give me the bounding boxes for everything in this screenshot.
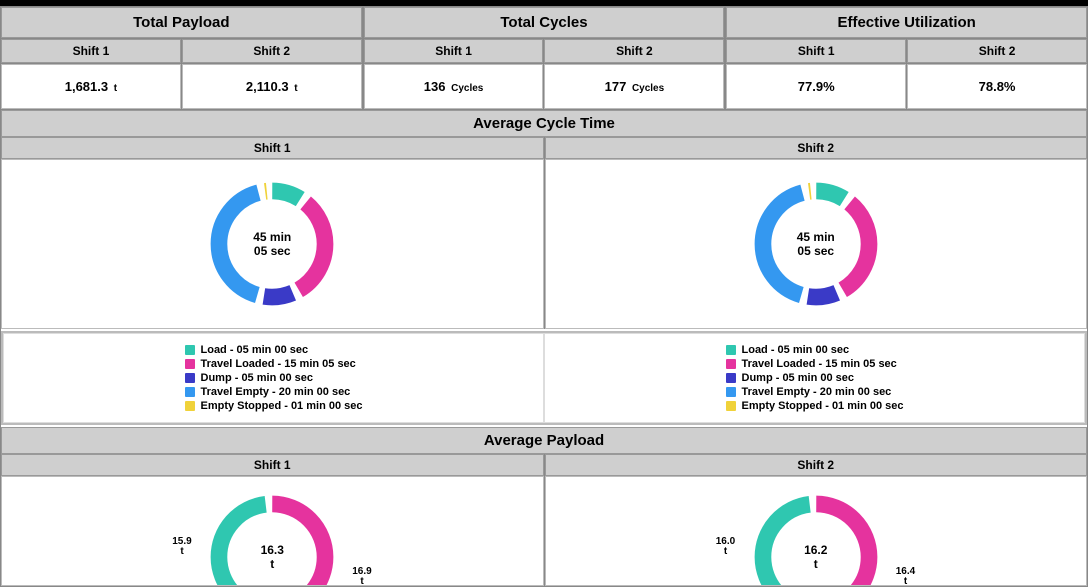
legend-swatch	[185, 359, 195, 369]
avg-cycle-chart-shift2: 45 min 05 sec	[545, 159, 1088, 329]
kpi-util-title: Effective Utilization	[726, 7, 1087, 38]
legend-swatch	[726, 359, 736, 369]
kpi-shift-header-row: Shift 1 Shift 2 Shift 1 Shift 2 Shift 1 …	[1, 39, 1087, 64]
center-line2: 05 sec	[254, 244, 291, 258]
center-unit: t	[270, 557, 274, 571]
payload-left-label: 15.9 t	[172, 537, 191, 557]
legend-item: Travel Empty - 20 min 00 sec	[185, 386, 363, 398]
legend-item: Dump - 05 min 00 sec	[185, 372, 363, 384]
center-value: 16.3	[261, 543, 284, 557]
center-unit: t	[814, 557, 818, 571]
donut-payload-shift2: 16.2 t	[746, 487, 886, 586]
avg-cycle-legend-row: Load - 05 min 00 sec Travel Loaded - 15 m…	[1, 331, 1087, 425]
avg-cycle-shift2-label: Shift 2	[545, 137, 1088, 159]
legend-item: Dump - 05 min 00 sec	[726, 372, 904, 384]
center-value: 16.2	[804, 543, 827, 557]
legend-label: Travel Empty - 20 min 00 sec	[201, 386, 351, 398]
donut-cycle-shift2: 45 min 05 sec	[746, 174, 886, 314]
donut-center-label: 45 min 05 sec	[746, 174, 886, 314]
legend-swatch	[185, 387, 195, 397]
legend-label: Empty Stopped - 01 min 00 sec	[742, 400, 904, 412]
legend-item: Empty Stopped - 01 min 00 sec	[185, 400, 363, 412]
kpi-payload-unit-2: t	[294, 83, 297, 94]
donut-cycle-shift1: 45 min 05 sec	[202, 174, 342, 314]
kpi-util-shift1-header: Shift 1	[726, 39, 906, 63]
avg-cycle-charts: 45 min 05 sec 45 min 05 sec	[1, 159, 1087, 329]
kpi-cycles-shift2: 177 Cycles	[544, 64, 724, 109]
donut-center-label: 16.2 t	[746, 487, 886, 586]
kpi-cycles-title: Total Cycles	[364, 7, 725, 38]
kpi-cycles-shift1-header: Shift 1	[364, 39, 544, 63]
avg-payload-shift2-label: Shift 2	[545, 454, 1088, 476]
legend-label: Load - 05 min 00 sec	[742, 344, 850, 356]
center-line2: 05 sec	[797, 244, 834, 258]
legend-item: Travel Loaded - 15 min 05 sec	[185, 358, 363, 370]
kpi-payload-shift1-header: Shift 1	[1, 39, 181, 63]
kpi-util-shift2: 78.8%	[907, 64, 1087, 109]
legend-swatch	[726, 373, 736, 383]
legend-item: Travel Empty - 20 min 00 sec	[726, 386, 904, 398]
avg-cycle-title: Average Cycle Time	[1, 110, 1087, 137]
kpi-cycles-unit-1: Cycles	[451, 83, 483, 94]
avg-cycle-chart-shift1: 45 min 05 sec	[1, 159, 544, 329]
kpi-value-row: 1,681.3 t 2,110.3 t 136 Cycles 177 Cycle…	[1, 64, 1087, 110]
avg-cycle-shift1-label: Shift 1	[1, 137, 544, 159]
legend-label: Dump - 05 min 00 sec	[201, 372, 314, 384]
legend-label: Travel Loaded - 15 min 05 sec	[201, 358, 356, 370]
payload-left-label: 16.0 t	[716, 537, 735, 557]
center-line1: 45 min	[797, 230, 835, 244]
legend-label: Dump - 05 min 00 sec	[742, 372, 855, 384]
avg-cycle-legend-shift2: Load - 05 min 00 sec Travel Loaded - 15 m…	[544, 333, 1085, 423]
donut-center-label: 16.3 t	[202, 487, 342, 586]
kpi-util-shift2-header: Shift 2	[907, 39, 1087, 63]
legend-label: Empty Stopped - 01 min 00 sec	[201, 400, 363, 412]
kpi-cycles-shift1: 136 Cycles	[364, 64, 544, 109]
avg-payload-shift-headers: Shift 1 Shift 2	[1, 454, 1087, 476]
kpi-payload-shift2-value: 2,110.3	[246, 79, 289, 94]
kpi-cycles-shift2-value: 177	[605, 79, 627, 94]
kpi-cycles-unit-2: Cycles	[632, 83, 664, 94]
legend-item: Travel Loaded - 15 min 05 sec	[726, 358, 904, 370]
kpi-util-shift1-value: 77.9%	[798, 79, 835, 94]
legend-swatch	[726, 401, 736, 411]
legend-swatch	[185, 373, 195, 383]
kpi-payload-shift1-value: 1,681.3	[65, 79, 108, 94]
legend-swatch	[726, 345, 736, 355]
legend-item: Load - 05 min 00 sec	[726, 344, 904, 356]
center-line1: 45 min	[253, 230, 291, 244]
donut-payload-shift1: 16.3 t	[202, 487, 342, 586]
kpi-payload-shift2: 2,110.3 t	[182, 64, 362, 109]
legend-swatch	[185, 401, 195, 411]
kpi-header-row: Total Payload Total Cycles Effective Uti…	[1, 7, 1087, 39]
legend-label: Travel Loaded - 15 min 05 sec	[742, 358, 897, 370]
legend-item: Load - 05 min 00 sec	[185, 344, 363, 356]
dashboard-container: Total Payload Total Cycles Effective Uti…	[0, 6, 1088, 587]
avg-cycle-shift-headers: Shift 1 Shift 2	[1, 137, 1087, 159]
legend-item: Empty Stopped - 01 min 00 sec	[726, 400, 904, 412]
kpi-cycles-shift2-header: Shift 2	[544, 39, 724, 63]
legend-swatch	[185, 345, 195, 355]
kpi-payload-title: Total Payload	[1, 7, 362, 38]
avg-payload-title: Average Payload	[1, 427, 1087, 454]
legend-label: Load - 05 min 00 sec	[201, 344, 309, 356]
avg-payload-shift1-label: Shift 1	[1, 454, 544, 476]
kpi-util-shift1: 77.9%	[726, 64, 906, 109]
kpi-cycles-shift1-value: 136	[424, 79, 446, 94]
avg-cycle-legend-shift1: Load - 05 min 00 sec Travel Loaded - 15 m…	[3, 333, 544, 423]
kpi-payload-shift2-header: Shift 2	[182, 39, 362, 63]
legend-label: Travel Empty - 20 min 00 sec	[742, 386, 892, 398]
kpi-payload-shift1: 1,681.3 t	[1, 64, 181, 109]
kpi-util-shift2-value: 78.8%	[979, 79, 1016, 94]
donut-center-label: 45 min 05 sec	[202, 174, 342, 314]
kpi-payload-unit-1: t	[114, 83, 117, 94]
legend-swatch	[726, 387, 736, 397]
